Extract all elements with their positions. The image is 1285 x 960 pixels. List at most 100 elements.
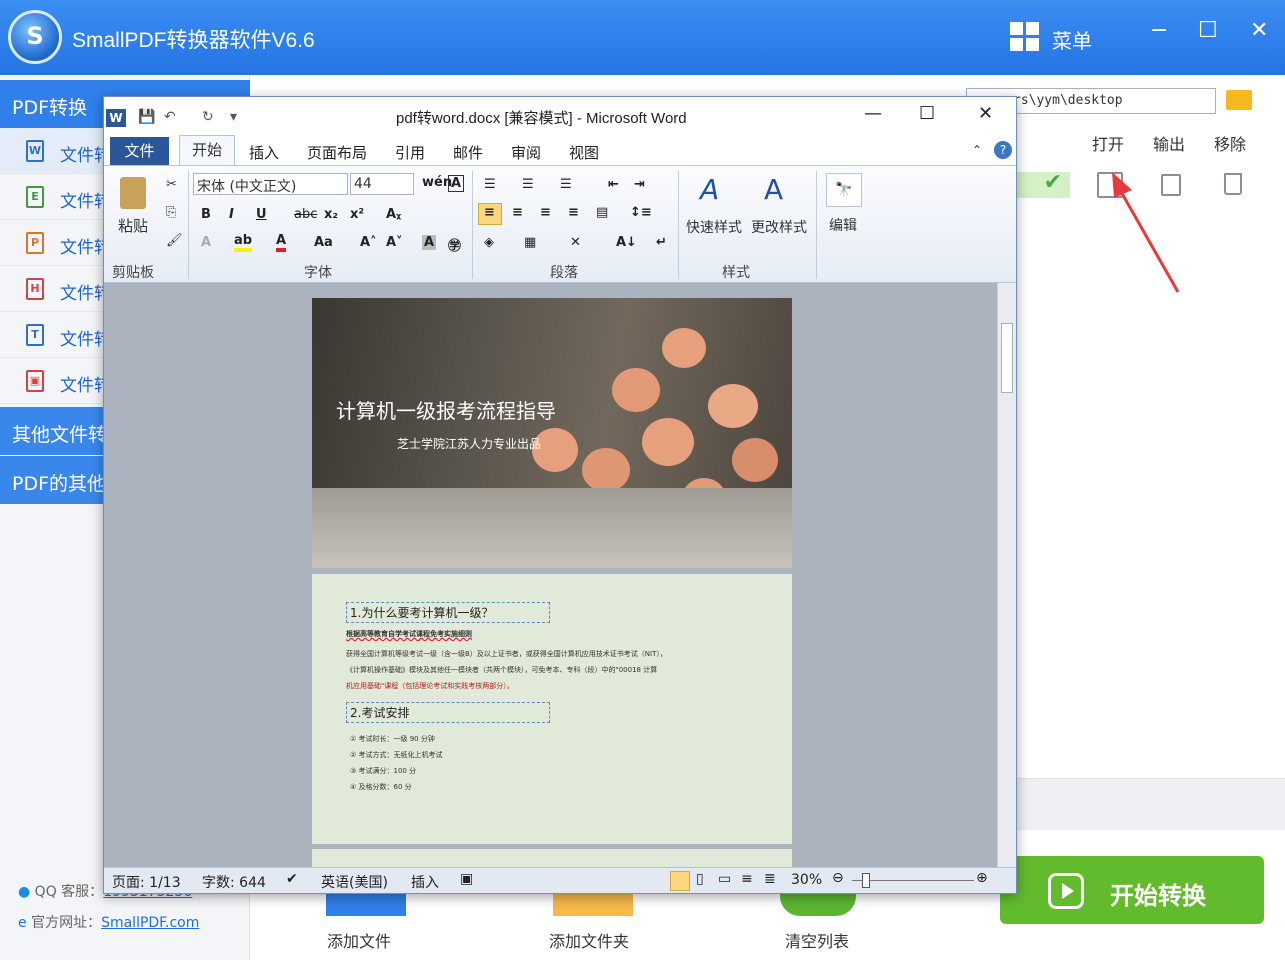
sort-icon[interactable]: A↓ bbox=[616, 235, 637, 250]
print-layout-icon[interactable] bbox=[670, 871, 690, 891]
highlight-icon[interactable]: ab bbox=[234, 233, 253, 252]
macro-icon[interactable]: ▣ bbox=[460, 871, 473, 887]
undo-icon[interactable]: ↶ bbox=[164, 109, 176, 125]
minimize-button[interactable]: − bbox=[1150, 18, 1168, 43]
tab-insert[interactable]: 插入 bbox=[249, 142, 279, 163]
zoom-level[interactable]: 30% bbox=[791, 872, 822, 888]
bold-button[interactable]: B bbox=[201, 207, 211, 222]
numbering-icon[interactable]: ☰ bbox=[522, 177, 534, 192]
underline-button[interactable]: U bbox=[256, 207, 267, 222]
asian-layout-icon[interactable]: ✕ bbox=[570, 235, 581, 250]
tab-references[interactable]: 引用 bbox=[395, 142, 425, 163]
italic-button[interactable]: I bbox=[229, 207, 234, 222]
word-minimize-button[interactable]: — bbox=[864, 103, 882, 124]
strikethrough-button[interactable]: abc bbox=[294, 207, 317, 222]
list-item: ③ 考试满分：100 分 bbox=[350, 767, 417, 775]
menu-button[interactable]: 菜单 bbox=[1052, 25, 1092, 54]
group-separator bbox=[188, 171, 189, 279]
clear-list-button[interactable]: 清空列表 bbox=[785, 928, 849, 952]
language[interactable]: 英语(美国) bbox=[321, 872, 388, 892]
grow-font-icon[interactable]: A˄ bbox=[360, 235, 377, 250]
word-close-button[interactable]: ✕ bbox=[978, 103, 993, 124]
insert-mode[interactable]: 插入 bbox=[411, 872, 439, 892]
superscript-button[interactable]: x² bbox=[350, 207, 364, 222]
save-icon[interactable]: 💾 bbox=[138, 109, 155, 125]
change-case-icon[interactable]: Aa bbox=[314, 235, 333, 250]
reading-layout-icon[interactable]: ▯ bbox=[696, 871, 704, 887]
quick-styles-button[interactable]: 快速样式 bbox=[686, 217, 742, 237]
website-link[interactable]: SmallPDF.com bbox=[101, 915, 199, 931]
ie-icon: e bbox=[18, 915, 27, 931]
official-website: e 官方网址：SmallPDF.com bbox=[18, 915, 200, 931]
zoom-in-icon[interactable]: ⊕ bbox=[976, 870, 988, 886]
font-name-combo[interactable]: 宋体 (中文正文) bbox=[193, 173, 348, 195]
cut-icon[interactable]: ✂ bbox=[166, 177, 177, 192]
paste-icon[interactable] bbox=[120, 177, 146, 209]
close-button[interactable]: ✕ bbox=[1250, 18, 1268, 43]
word-icon: W bbox=[106, 109, 126, 127]
add-folder-button[interactable]: 添加文件夹 bbox=[549, 928, 629, 952]
proofing-icon[interactable]: ✔ bbox=[286, 871, 298, 887]
distribute-icon[interactable]: ▤ bbox=[596, 205, 608, 220]
word-maximize-button[interactable]: ☐ bbox=[919, 103, 935, 124]
align-center-icon[interactable]: ≡ bbox=[512, 205, 523, 220]
list-item: ① 考试时长：一级 90 分钟 bbox=[350, 735, 435, 743]
char-shading-icon[interactable]: A bbox=[422, 235, 437, 250]
help-icon[interactable]: ? bbox=[994, 141, 1012, 159]
draft-icon[interactable]: ≣ bbox=[764, 871, 776, 887]
line-spacing-icon[interactable]: ↕≡ bbox=[630, 205, 652, 220]
tab-page-layout[interactable]: 页面布局 bbox=[307, 142, 367, 163]
maximize-button[interactable]: ☐ bbox=[1198, 18, 1218, 43]
menu-grid-icon[interactable] bbox=[1010, 22, 1040, 52]
multilevel-list-icon[interactable]: ☰ bbox=[560, 177, 572, 192]
shading-icon[interactable]: ◈ bbox=[484, 235, 494, 250]
tab-review[interactable]: 审阅 bbox=[511, 142, 541, 163]
tab-mailings[interactable]: 邮件 bbox=[453, 142, 483, 163]
outline-icon[interactable]: ≡ bbox=[741, 871, 753, 887]
quick-styles-icon[interactable]: A bbox=[700, 173, 719, 206]
redo-icon[interactable]: ↻ bbox=[202, 109, 214, 125]
trash-icon[interactable] bbox=[1224, 173, 1242, 195]
list-item: ② 考试方式：无纸化上机考试 bbox=[350, 751, 443, 759]
folder-icon[interactable] bbox=[1226, 90, 1252, 110]
copy-icon[interactable]: ⎘ bbox=[166, 205, 176, 220]
zoom-slider[interactable] bbox=[852, 880, 974, 881]
tab-file[interactable]: 文件 bbox=[110, 137, 169, 165]
customize-qat-icon[interactable]: ▾ bbox=[230, 109, 237, 125]
clear-format-icon[interactable]: Aᵪ bbox=[386, 207, 401, 222]
font-size-combo[interactable]: 44 bbox=[350, 173, 414, 195]
show-marks-icon[interactable]: ↵ bbox=[656, 235, 667, 250]
tab-view[interactable]: 视图 bbox=[569, 142, 599, 163]
zoom-out-icon[interactable]: ⊖ bbox=[832, 870, 844, 886]
page-count[interactable]: 页面: 1/13 bbox=[112, 872, 181, 892]
zoom-slider-thumb[interactable] bbox=[862, 873, 870, 888]
enclose-char-icon[interactable]: ㊫ bbox=[448, 235, 461, 254]
subscript-button[interactable]: x₂ bbox=[324, 207, 338, 222]
decrease-indent-icon[interactable]: ⇤ bbox=[608, 177, 619, 192]
word-count[interactable]: 字数: 644 bbox=[202, 872, 266, 892]
scroll-thumb[interactable] bbox=[1001, 323, 1013, 393]
start-convert-button[interactable]: 开始转换 bbox=[1000, 856, 1264, 924]
increase-indent-icon[interactable]: ⇥ bbox=[634, 177, 645, 192]
text-effect-icon[interactable]: A bbox=[201, 235, 211, 250]
shrink-font-icon[interactable]: A˅ bbox=[386, 235, 403, 250]
find-icon[interactable]: 🔭 bbox=[826, 173, 862, 207]
add-file-button[interactable]: 添加文件 bbox=[327, 928, 391, 952]
borders-icon[interactable]: ▦ bbox=[524, 235, 536, 250]
bullets-icon[interactable]: ☰ bbox=[484, 177, 496, 192]
justify-icon[interactable]: ≡ bbox=[568, 205, 579, 220]
web-layout-icon[interactable]: ▭ bbox=[718, 871, 731, 887]
edit-button[interactable]: 编辑 bbox=[829, 215, 857, 235]
vertical-scrollbar[interactable] bbox=[997, 283, 1016, 867]
char-border-icon[interactable]: A bbox=[448, 175, 465, 192]
format-painter-icon[interactable]: 🖌 bbox=[166, 233, 183, 248]
collapse-ribbon-icon[interactable]: ⌃ bbox=[972, 143, 982, 157]
word-window: W 💾 ↶ ↻ ▾ pdf转word.docx [兼容模式] - Microso… bbox=[103, 96, 1017, 894]
paste-button[interactable]: 粘贴 bbox=[118, 215, 148, 236]
change-styles-icon[interactable]: A bbox=[764, 173, 783, 206]
list-item: ④ 及格分数：60 分 bbox=[350, 783, 412, 791]
align-right-icon[interactable]: ≡ bbox=[540, 205, 551, 220]
tab-home[interactable]: 开始 bbox=[179, 135, 235, 166]
change-styles-button[interactable]: 更改样式 bbox=[751, 217, 807, 237]
font-color-icon[interactable]: A bbox=[276, 233, 287, 252]
